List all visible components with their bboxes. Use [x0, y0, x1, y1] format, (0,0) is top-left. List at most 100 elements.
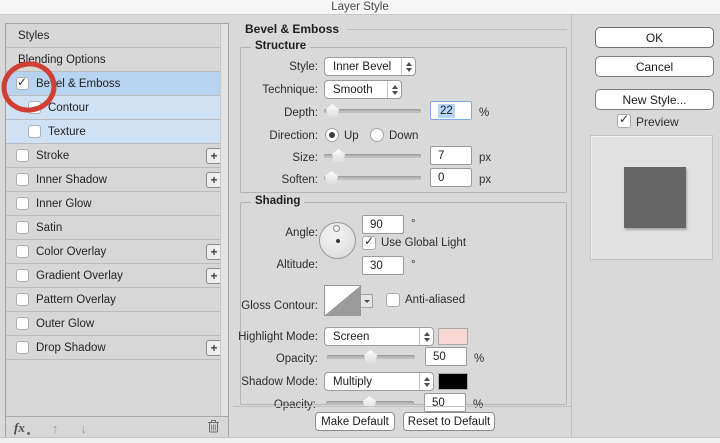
direction-down-radio[interactable]: [370, 128, 384, 142]
soften-slider[interactable]: [324, 171, 421, 184]
outer-glow-checkbox[interactable]: [16, 317, 29, 330]
pattern-overlay-checkbox[interactable]: [16, 293, 29, 306]
structure-group: Structure Style: Inner Bevel Technique: …: [240, 47, 567, 193]
use-global-light-checkbox[interactable]: ✓: [362, 236, 376, 250]
highlight-opacity-field[interactable]: 50: [425, 347, 467, 366]
sidebar-item-label: Drop Shadow: [36, 342, 106, 354]
angle-dial-center-dot: [336, 239, 340, 243]
gradient-overlay-checkbox[interactable]: [16, 269, 29, 282]
dropdown-stepper-icon: [419, 328, 433, 345]
technique-dropdown[interactable]: Smooth: [324, 80, 402, 99]
bevel-emboss-checkbox[interactable]: ✓: [16, 77, 29, 90]
fx-menu-dot-icon: [27, 432, 30, 435]
sidebar-item-inner-shadow[interactable]: Inner Shadow +: [6, 168, 228, 192]
soften-value-field[interactable]: 0: [430, 168, 472, 187]
buttons-divider-line: [233, 406, 571, 407]
gloss-contour-label: Gloss Contour:: [241, 300, 318, 312]
sidebar-item-label: Inner Glow: [36, 198, 92, 210]
satin-checkbox[interactable]: [16, 221, 29, 234]
size-value-field[interactable]: 7: [430, 146, 472, 165]
direction-down-label: Down: [389, 130, 418, 142]
inner-shadow-checkbox[interactable]: [16, 173, 29, 186]
style-dropdown-value: Inner Bevel: [333, 61, 391, 73]
make-default-button[interactable]: Make Default: [315, 412, 395, 431]
anti-aliased-label: Anti-aliased: [405, 294, 465, 306]
highlight-color-swatch[interactable]: [438, 328, 468, 345]
size-slider[interactable]: [324, 149, 421, 162]
shadow-opacity-field[interactable]: 50: [424, 393, 466, 412]
highlight-mode-dropdown[interactable]: Screen: [324, 327, 434, 346]
highlight-opacity-thumb[interactable]: [364, 350, 377, 363]
shadow-opacity-label: Opacity:: [274, 399, 316, 411]
sidebar-item-satin[interactable]: Satin: [6, 216, 228, 240]
stroke-checkbox[interactable]: [16, 149, 29, 162]
soften-slider-thumb[interactable]: [325, 171, 338, 184]
shadow-mode-dropdown[interactable]: Multiply: [324, 372, 434, 391]
shadow-mode-value: Multiply: [333, 376, 372, 388]
sidebar-item-color-overlay[interactable]: Color Overlay +: [6, 240, 228, 264]
delete-effect-trash-icon[interactable]: [207, 419, 220, 438]
dialog-bottom-edge: [0, 437, 720, 443]
style-label: Style:: [289, 61, 318, 73]
highlight-opacity-slider[interactable]: [327, 350, 415, 363]
shadow-opacity-unit: %: [473, 399, 483, 411]
inner-glow-checkbox[interactable]: [16, 197, 29, 210]
size-slider-thumb[interactable]: [332, 149, 345, 162]
dropdown-stepper-icon: [387, 81, 401, 98]
angle-dial-handle[interactable]: [333, 225, 340, 232]
preview-checkbox[interactable]: ✓: [617, 114, 631, 128]
soften-label: Soften:: [282, 174, 318, 186]
move-effect-up-icon[interactable]: ↑: [52, 422, 59, 435]
sidebar-item-bevel-emboss[interactable]: ✓ Bevel & Emboss: [6, 72, 228, 96]
reset-to-default-button[interactable]: Reset to Default: [403, 412, 495, 431]
sidebar-scrollbar-track[interactable]: [220, 24, 228, 416]
sidebar-item-drop-shadow[interactable]: Drop Shadow +: [6, 336, 228, 360]
sidebar-item-label: Texture: [48, 126, 86, 138]
sidebar-item-label: Satin: [36, 222, 62, 234]
fx-icon[interactable]: fx: [14, 420, 25, 436]
cancel-button[interactable]: Cancel: [595, 56, 714, 77]
move-effect-down-icon[interactable]: ↓: [80, 422, 87, 435]
depth-slider-thumb[interactable]: [326, 104, 339, 117]
depth-slider[interactable]: [324, 104, 421, 117]
anti-aliased-checkbox[interactable]: [386, 293, 400, 307]
sidebar-item-contour[interactable]: Contour: [6, 96, 228, 120]
shadow-opacity-thumb[interactable]: [363, 396, 376, 409]
dropdown-stepper-icon: [401, 58, 415, 75]
sidebar-item-label: Color Overlay: [36, 246, 106, 258]
drop-shadow-checkbox[interactable]: [16, 341, 29, 354]
gloss-contour-thumbnail[interactable]: [324, 285, 361, 316]
style-dropdown[interactable]: Inner Bevel: [324, 57, 416, 76]
structure-legend: Structure: [251, 40, 310, 52]
sidebar-item-blending-options[interactable]: Blending Options: [6, 48, 228, 72]
sidebar-item-stroke[interactable]: Stroke +: [6, 144, 228, 168]
angle-dial[interactable]: [319, 222, 356, 259]
direction-up-radio[interactable]: [325, 128, 339, 142]
depth-label: Depth:: [284, 107, 318, 119]
new-style-button[interactable]: New Style...: [595, 89, 714, 110]
sidebar-item-styles[interactable]: Styles: [6, 24, 228, 48]
sidebar-item-label: Blending Options: [18, 54, 106, 66]
altitude-value-field[interactable]: 30: [362, 256, 404, 275]
sidebar-item-pattern-overlay[interactable]: Pattern Overlay: [6, 288, 228, 312]
sidebar-item-gradient-overlay[interactable]: Gradient Overlay +: [6, 264, 228, 288]
contour-checkbox[interactable]: [28, 101, 41, 114]
shadow-opacity-slider[interactable]: [326, 396, 414, 409]
color-overlay-checkbox[interactable]: [16, 245, 29, 258]
checkmark-icon: ✓: [17, 75, 27, 89]
ok-button[interactable]: OK: [595, 27, 714, 48]
gloss-contour-dropdown-icon[interactable]: [361, 294, 373, 308]
dialog-titlebar: Layer Style: [0, 0, 720, 15]
sidebar-item-outer-glow[interactable]: Outer Glow: [6, 312, 228, 336]
preview-thumbnail-square: [624, 167, 686, 228]
highlight-mode-value: Screen: [333, 331, 369, 343]
texture-checkbox[interactable]: [28, 125, 41, 138]
altitude-unit: °: [411, 259, 416, 271]
sidebar-item-inner-glow[interactable]: Inner Glow: [6, 192, 228, 216]
depth-value-field[interactable]: 22: [430, 101, 472, 120]
bevel-emboss-panel: Bevel & Emboss Structure Style: Inner Be…: [233, 14, 571, 437]
angle-value-field[interactable]: 90: [362, 215, 404, 234]
size-label: Size:: [292, 152, 318, 164]
shadow-color-swatch[interactable]: [438, 373, 468, 390]
sidebar-item-texture[interactable]: Texture: [6, 120, 228, 144]
